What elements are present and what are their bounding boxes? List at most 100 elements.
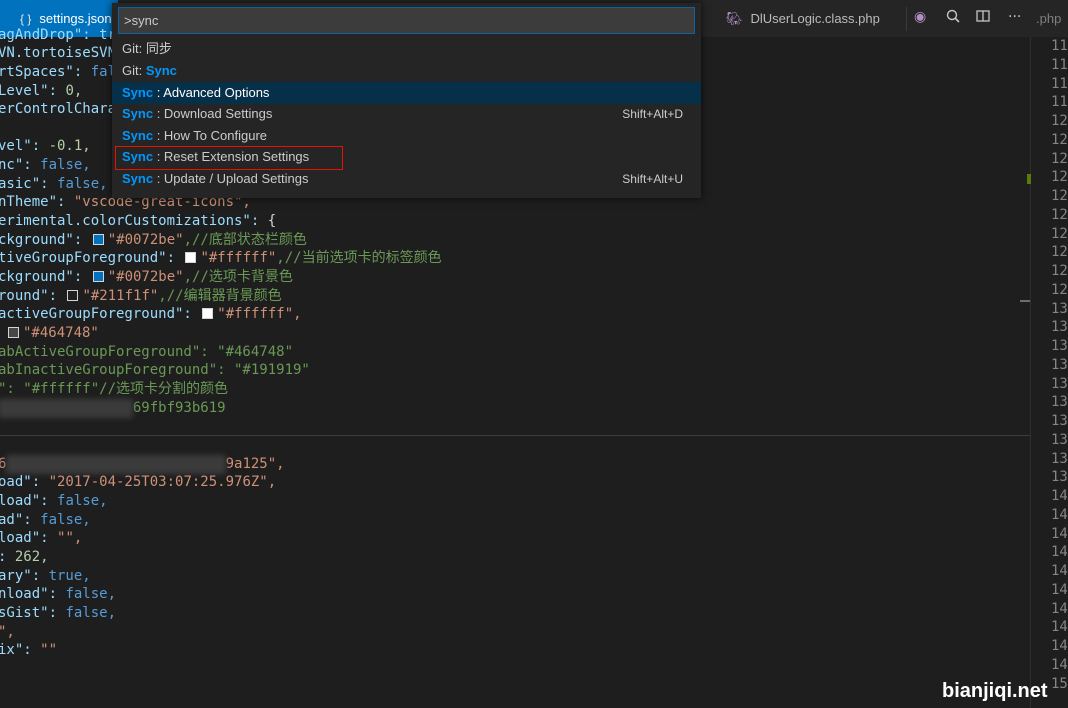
item-prefix: Sync [122, 106, 154, 121]
item-label: Sync [145, 63, 177, 78]
line-number: 13 [1051, 413, 1068, 429]
php-elephant-icon[interactable]: ◉ [914, 9, 926, 25]
color-swatch[interactable] [202, 308, 214, 319]
color-swatch[interactable] [185, 252, 197, 263]
item-label: : Update / Upload Settings [153, 171, 309, 186]
line-number: 13 [1051, 300, 1068, 317]
color-swatch[interactable] [92, 234, 104, 245]
code-line: sGist": false, [0, 605, 117, 621]
palette-item-sync-update-upload-settings[interactable]: Sync : Update / Upload Settings Shift+Al… [112, 168, 701, 190]
code-line: ": "#ffffff"//选项卡分割的颜色 [0, 381, 229, 397]
redacted-text: xxxxxxxxxxxxxxxx [0, 399, 133, 418]
line-number: 12 [1051, 244, 1068, 261]
palette-item-git-sync[interactable]: Git: Sync [112, 60, 701, 82]
line-number: 12 [1051, 150, 1068, 167]
code-line: : 262, [0, 549, 49, 565]
code-line: asic": false, [0, 176, 108, 192]
line-number: 14 [1051, 638, 1068, 654]
line-number: 12 [1051, 188, 1068, 204]
code-line: erimental.colorCustomizations": { [0, 213, 277, 229]
tab-dluserlogic[interactable]: 🐘︎ DlUserLogic.class.php [726, 0, 880, 37]
code-line: abActiveGroupForeground": "#464748" [0, 344, 294, 360]
color-swatch[interactable] [92, 271, 104, 282]
redacted-text: xxxxxxxxxxxxxxxxxxxxxxxxxx [6, 455, 226, 474]
line-number: 14 [1051, 656, 1068, 673]
item-prefix: Git: [122, 41, 146, 56]
annotation-highlight-box [115, 146, 343, 170]
color-swatch[interactable] [8, 327, 19, 338]
tab-label: .php [1036, 11, 1062, 26]
item-prefix: Sync [122, 171, 154, 186]
code-line: agAndDrop": tr [0, 27, 117, 43]
line-number: 14 [1051, 619, 1068, 636]
scroll-position-marker [1020, 300, 1030, 302]
tab-label: settings.json [39, 11, 112, 26]
line-number: 12 [1051, 281, 1068, 298]
code-line: erControlChara [0, 101, 117, 117]
code-line: 6xxxxxxxxxxxxxxxxxxxxxxxxxx9a125", [0, 455, 285, 474]
line-number: 14 [1051, 506, 1068, 523]
item-label: : How To Configure [153, 128, 268, 143]
command-palette-input[interactable]: >sync [118, 7, 695, 34]
code-line: tiveGroupForeground": "#ffffff",//当前选项卡的… [0, 250, 442, 266]
tab-php-partial[interactable]: .php [1036, 0, 1061, 37]
line-number: 13 [1051, 338, 1068, 354]
line-number: 12 [1051, 169, 1068, 186]
line-number: 14 [1051, 544, 1068, 561]
code-line: rtSpaces": fal [0, 64, 117, 80]
code-line: nc": false, [0, 157, 91, 173]
code-line: load": "", [0, 530, 83, 546]
code-line: ", [0, 624, 15, 640]
code-line: ary": true, [0, 568, 91, 584]
git-change-marker [1027, 174, 1031, 184]
code-line: ix": "" [0, 642, 58, 658]
line-number: 13 [1051, 394, 1068, 411]
palette-item-git-sync-cn[interactable]: Git: 同步 [112, 38, 701, 60]
keybinding-label: Shift+Alt+U [622, 172, 683, 186]
code-line: "#464748" [6, 324, 99, 343]
code-line: activeGroupForeground": "#ffffff", [0, 306, 302, 322]
more-actions-icon[interactable]: ··· [1008, 9, 1021, 25]
php-elephant-icon: 🐘︎ [726, 10, 743, 26]
line-number: 13 [1051, 431, 1068, 448]
code-line: nload": false, [0, 586, 117, 602]
line-number: 11 [1051, 94, 1068, 111]
code-line: ckground": "#0072be",//底部状态栏颜色 [0, 232, 307, 248]
line-number: 11 [1051, 38, 1068, 54]
line-number: 14 [1051, 600, 1068, 617]
item-label: : Advanced Options [153, 85, 270, 100]
palette-item-sync-advanced-options[interactable]: Sync : Advanced Options [112, 82, 701, 104]
line-number: 12 [1051, 225, 1068, 242]
code-line: vel": -0.1, [0, 138, 91, 154]
color-swatch[interactable] [67, 290, 79, 301]
line-number: 11 [1051, 56, 1068, 73]
indent-divider [0, 435, 1030, 436]
code-line: ckground": "#0072be",//选项卡背景色 [0, 269, 293, 285]
split-editor-icon[interactable] [976, 9, 990, 27]
line-number: 13 [1051, 469, 1068, 486]
line-number: 12 [1051, 263, 1068, 279]
line-number: 13 [1051, 450, 1068, 467]
watermark: bianjiqi.net [942, 680, 1048, 702]
item-prefix: Sync [122, 85, 154, 100]
item-prefix: Git: [122, 63, 146, 78]
line-number: 13 [1051, 356, 1068, 373]
code-line: xxxxxxxxxxxxxxxx69fbf93b619 [0, 399, 226, 418]
keybinding-label: Shift+Alt+D [622, 107, 683, 121]
line-number: 14 [1051, 488, 1068, 504]
tab-label: DlUserLogic.class.php [750, 11, 880, 26]
open-changes-icon[interactable] [946, 9, 960, 27]
palette-item-sync-how-to-configure[interactable]: Sync : How To Configure [112, 125, 701, 147]
palette-item-sync-download-settings[interactable]: Sync : Download Settings Shift+Alt+D [112, 103, 701, 125]
line-number: 14 [1051, 525, 1068, 542]
code-line: oad": "2017-04-25T03:07:25.976Z", [0, 474, 277, 490]
line-number: 12 [1051, 206, 1068, 223]
line-number-gutter: 11 11 11 11 12 12 12 12 12 12 12 12 12 12 13 13 13 13 13 13… [1040, 37, 1068, 708]
code-line: VN.tortoiseSVN [0, 45, 117, 61]
line-number: 13 [1051, 319, 1068, 336]
code-line: ad": false, [0, 512, 91, 528]
line-number: 14 [1051, 563, 1068, 579]
code-line: Level": 0, [0, 83, 83, 99]
item-label: : Download Settings [153, 106, 273, 121]
json-file-icon: { } [20, 11, 32, 26]
